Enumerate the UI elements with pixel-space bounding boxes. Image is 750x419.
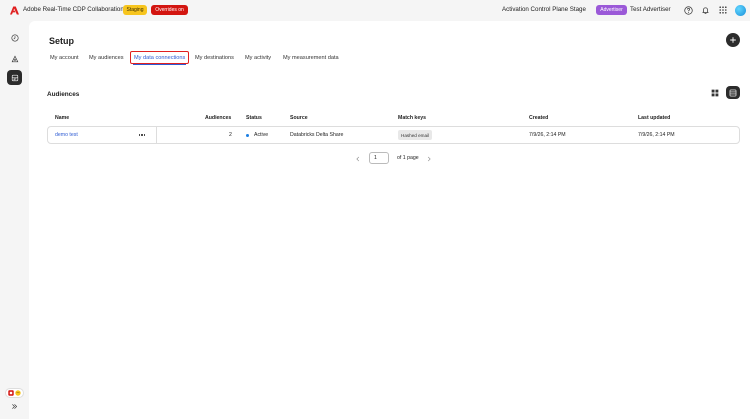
adobe-logo-icon[interactable] <box>10 6 19 15</box>
col-status[interactable]: Status <box>246 115 262 121</box>
activity-icon[interactable] <box>7 30 22 45</box>
page-number-input[interactable]: 1 <box>369 152 389 164</box>
tab-my-measurement-data[interactable]: My measurement data <box>283 51 339 64</box>
column-divider <box>156 127 157 143</box>
plus-icon <box>730 37 736 43</box>
tab-my-account[interactable]: My account <box>50 51 79 64</box>
col-last-updated[interactable]: Last updated <box>638 115 670 121</box>
tab-my-data-connections[interactable]: My data connections <box>130 51 190 65</box>
page-count-label: of 1 page <box>397 155 419 161</box>
col-audiences[interactable]: Audiences <box>205 115 231 121</box>
row-last-updated: 7/9/26, 2:14 PM <box>638 132 675 138</box>
audiences-icon[interactable] <box>7 51 22 66</box>
staging-badge: Staging <box>123 5 147 15</box>
user-name[interactable]: Test Advertiser <box>630 6 671 13</box>
row-name-link[interactable]: demo test <box>55 132 78 138</box>
add-button[interactable] <box>726 33 740 47</box>
role-badge: Advertiser <box>596 5 627 15</box>
chevron-double-right-icon[interactable] <box>7 401 22 411</box>
data-connections-icon[interactable] <box>7 70 22 85</box>
help-icon[interactable] <box>683 5 693 15</box>
table-row[interactable]: demo test 2 Active Databricks Delta Shar… <box>47 126 740 144</box>
app-switcher-icon[interactable] <box>718 5 728 15</box>
col-created[interactable]: Created <box>529 115 548 121</box>
chevron-right-icon[interactable] <box>425 155 433 163</box>
col-source[interactable]: Source <box>290 115 308 121</box>
environment-name[interactable]: Activation Control Plane Stage <box>502 6 586 13</box>
chevron-left-icon[interactable] <box>354 155 362 163</box>
status-dot-icon <box>246 133 249 137</box>
overrides-badge[interactable]: Overrides on <box>151 5 188 15</box>
row-audiences: 2 <box>229 132 232 138</box>
match-key-tag: Hashed email <box>398 130 433 140</box>
row-created: 7/9/26, 2:14 PM <box>529 132 566 138</box>
main-panel: Setup My account My audiences My data co… <box>29 21 750 419</box>
list-view-icon[interactable] <box>726 86 740 99</box>
tab-my-audiences[interactable]: My audiences <box>89 51 124 64</box>
app-title: Adobe Real-Time CDP Collaboration <box>23 6 124 13</box>
table-header: Name Audiences Status Source Match keys … <box>47 115 740 125</box>
col-name[interactable]: Name <box>55 115 69 121</box>
grid-view-icon[interactable] <box>709 87 720 98</box>
avatar[interactable] <box>735 5 746 16</box>
tab-my-destinations[interactable]: My destinations <box>195 51 234 64</box>
left-rail <box>0 21 29 419</box>
page-title: Setup <box>49 36 75 46</box>
tab-my-activity[interactable]: My activity <box>245 51 271 64</box>
assistant-widget[interactable] <box>5 388 24 398</box>
top-header: Adobe Real-Time CDP Collaboration Stagin… <box>0 0 750 21</box>
notifications-icon[interactable] <box>700 5 710 15</box>
more-actions-icon[interactable] <box>137 131 147 139</box>
col-match-keys[interactable]: Match keys <box>398 115 426 121</box>
row-source: Databricks Delta Share <box>290 132 344 138</box>
row-status: Active <box>254 132 269 138</box>
section-title: Audiences <box>47 91 80 98</box>
